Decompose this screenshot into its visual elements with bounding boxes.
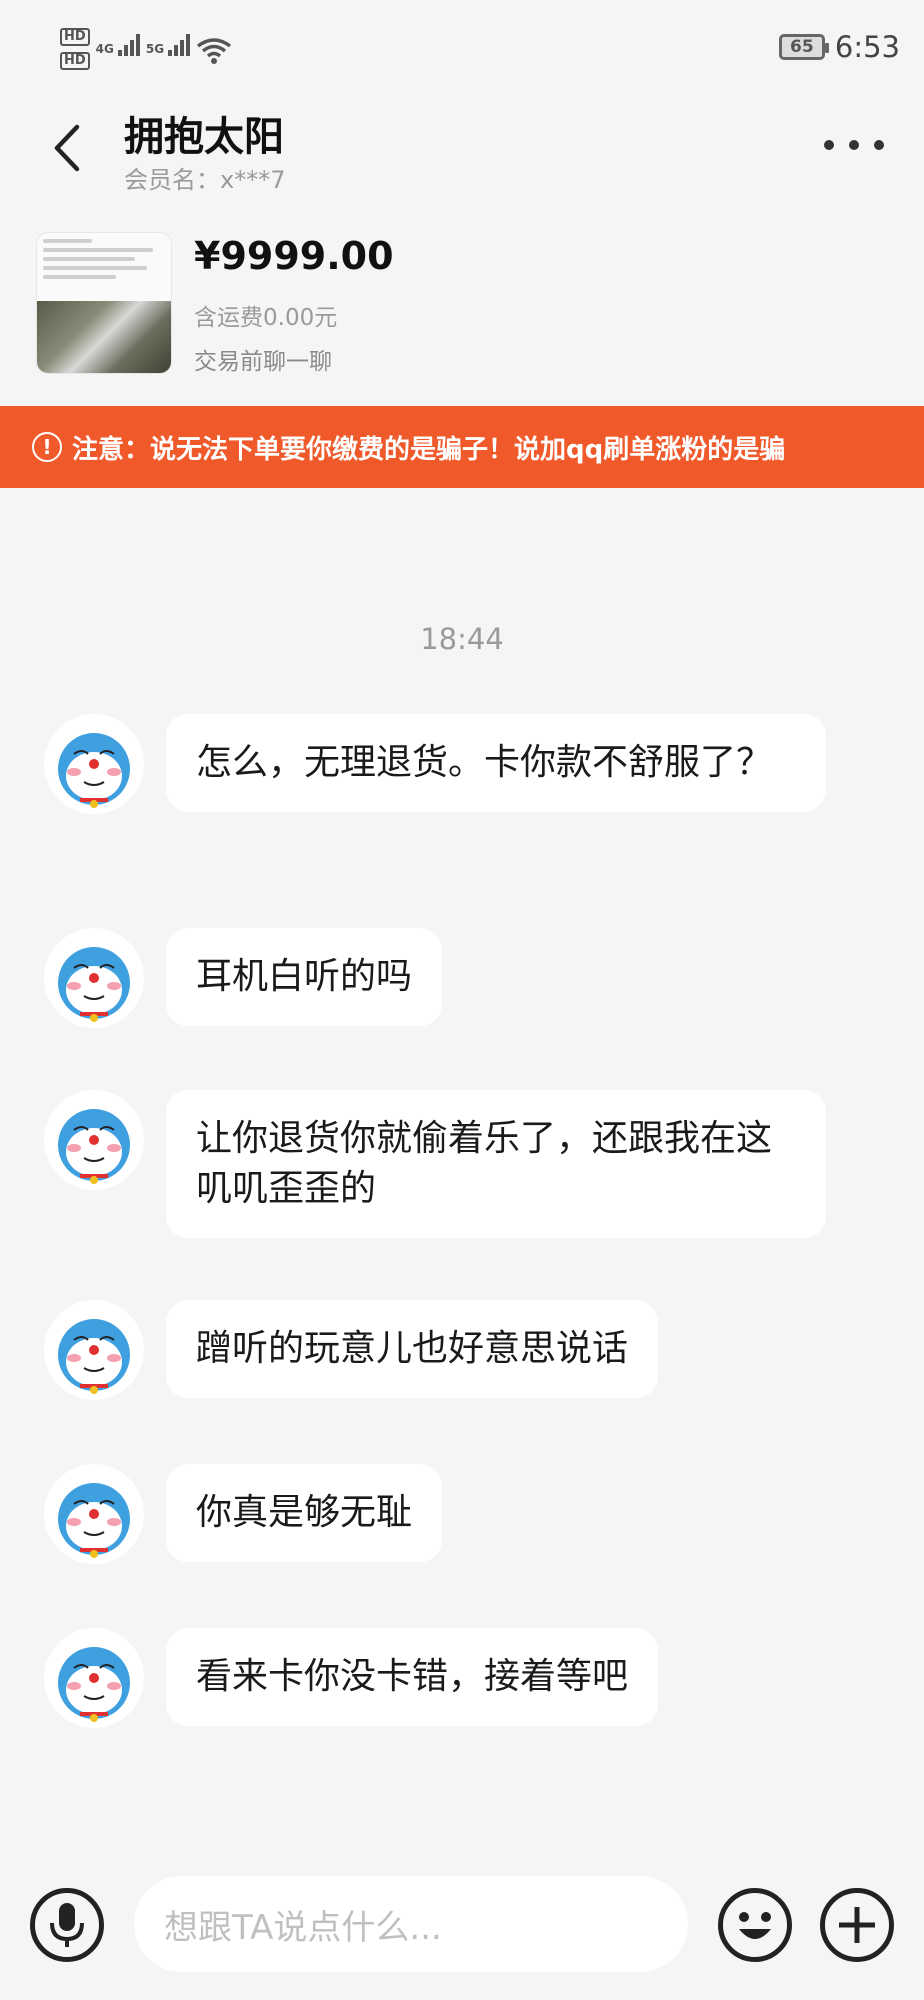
message-bubble[interactable]: 让你退货你就偷着乐了，还跟我在这叽叽歪歪的	[166, 1090, 826, 1238]
chevron-left-icon[interactable]	[46, 118, 86, 178]
signal-5g-icon: 5G	[146, 34, 191, 56]
emoji-icon[interactable]	[718, 1888, 792, 1962]
message-bubble[interactable]: 看来卡你没卡错，接着等吧	[166, 1628, 659, 1726]
avatar[interactable]	[44, 928, 144, 1028]
status-bar: HD HD 4G 5G 65 6:53	[0, 0, 924, 100]
warning-text: 注意：说无法下单要你缴费的是骗子！说加qq刷单涨粉的是骗	[72, 434, 786, 465]
wifi-icon	[197, 38, 232, 64]
message-bubble[interactable]: 耳机白听的吗	[166, 928, 443, 1026]
hd2-label: HD	[60, 52, 90, 70]
avatar[interactable]	[44, 1300, 144, 1400]
product-card[interactable]: ¥9999.00 含运费0.00元 交易前聊一聊	[0, 228, 924, 378]
avatar[interactable]	[44, 1464, 144, 1564]
member-id: 会员名：x***7	[124, 166, 286, 194]
alert-circle-icon: !	[32, 432, 62, 462]
plus-icon[interactable]	[820, 1888, 894, 1962]
product-price: ¥9999.00	[194, 234, 394, 278]
product-thumbnail[interactable]	[36, 232, 172, 374]
avatar[interactable]	[44, 714, 144, 814]
message-bubble[interactable]: 怎么，无理退货。卡你款不舒服了？	[166, 714, 826, 812]
hd1-label: HD	[60, 28, 90, 46]
message-bubble[interactable]: 蹭听的玩意儿也好意思说话	[166, 1300, 659, 1398]
avatar[interactable]	[44, 1090, 144, 1190]
chat-timestamp: 18:44	[420, 622, 504, 656]
shipping-info: 含运费0.00元	[194, 305, 338, 331]
network-indicators: HD HD 4G 5G	[60, 28, 232, 70]
contact-name: 拥抱太阳	[124, 114, 284, 160]
more-dots-icon[interactable]	[824, 130, 884, 160]
message-row: 怎么，无理退货。卡你款不舒服了？	[44, 714, 826, 814]
message-row: 让你退货你就偷着乐了，还跟我在这叽叽歪歪的	[44, 1090, 826, 1238]
message-input[interactable]: 想跟TA说点什么...	[134, 1876, 688, 1972]
avatar[interactable]	[44, 1628, 144, 1728]
message-row: 蹭听的玩意儿也好意思说话	[44, 1300, 659, 1400]
clock: 6:53	[834, 30, 900, 64]
message-bubble[interactable]: 你真是够无耻	[166, 1464, 443, 1562]
message-row: 看来卡你没卡错，接着等吧	[44, 1628, 659, 1728]
chat-before-trade: 交易前聊一聊	[194, 349, 332, 375]
signal-4g-icon: 4G	[96, 34, 140, 56]
message-input-bar: 想跟TA说点什么...	[0, 1870, 924, 1980]
chat-header: 拥抱太阳 会员名：x***7	[0, 100, 924, 200]
message-row: 耳机白听的吗	[44, 928, 443, 1028]
microphone-icon[interactable]	[30, 1888, 104, 1962]
battery-icon: 65	[778, 34, 829, 60]
scam-warning-banner: ! 注意：说无法下单要你缴费的是骗子！说加qq刷单涨粉的是骗	[0, 406, 924, 488]
message-row: 你真是够无耻	[44, 1464, 443, 1564]
